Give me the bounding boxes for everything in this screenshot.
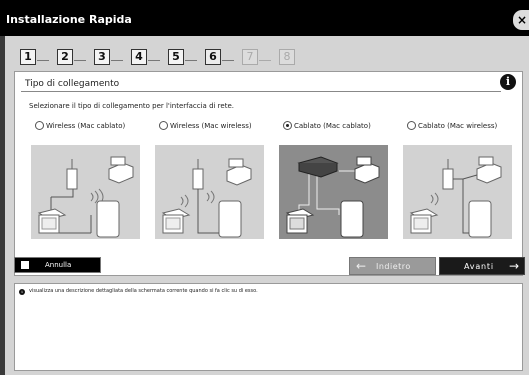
close-icon: × xyxy=(517,13,528,27)
wizard-window: 1 2 3 4 5 6 7 8 Tipo di collegamento i S… xyxy=(5,36,529,375)
cancel-button-label: Annulla xyxy=(45,261,72,269)
option-label: Cablato (Mac wireless) xyxy=(418,122,498,130)
step-connector xyxy=(259,60,271,64)
connection-type-panel: Tipo di collegamento i Selezionare il ti… xyxy=(14,71,523,276)
description-text: visualizza una descrizione dettagliata d… xyxy=(29,288,258,294)
step-connector xyxy=(185,60,197,64)
step-connector xyxy=(148,60,160,64)
network-diagram-icon xyxy=(37,156,134,238)
connection-illustration-wireless-mac-wired[interactable] xyxy=(31,145,140,239)
cancel-button[interactable]: Annulla xyxy=(14,257,101,273)
option-label: Wireless (Mac cablato) xyxy=(46,122,126,130)
back-button[interactable]: ← Indietro xyxy=(349,257,436,275)
step-number: 1 xyxy=(20,49,36,65)
panel-header: Tipo di collegamento xyxy=(21,78,501,92)
step-number: 5 xyxy=(168,49,184,65)
panel-title: Tipo di collegamento xyxy=(25,79,120,89)
step-connector xyxy=(111,60,123,64)
back-button-label: Indietro xyxy=(376,262,411,271)
connection-illustration-wired-mac-wireless[interactable] xyxy=(403,145,512,239)
connection-illustration-wireless-mac-wireless[interactable] xyxy=(155,145,264,239)
checkbox-icon xyxy=(21,261,29,269)
instruction-text: Selezionare il tipo di collegamento per … xyxy=(29,102,234,110)
next-button[interactable]: Avanti → xyxy=(439,257,525,275)
network-diagram-icon xyxy=(409,156,502,238)
radio-button[interactable] xyxy=(35,121,44,130)
step-number: 4 xyxy=(131,49,147,65)
step-number: 6 xyxy=(205,49,221,65)
option-label: Wireless (Mac wireless) xyxy=(170,122,252,130)
step-number: 3 xyxy=(94,49,110,65)
arrow-left-icon: ← xyxy=(356,259,367,273)
radio-button[interactable] xyxy=(407,121,416,130)
connection-illustration-wired-mac-wired[interactable] xyxy=(279,145,388,239)
description-panel: i visualizza una descrizione dettagliata… xyxy=(14,283,523,371)
radio-button-selected[interactable] xyxy=(283,121,292,130)
step-connector xyxy=(37,60,49,64)
option-label: Cablato (Mac cablato) xyxy=(294,122,371,130)
arrow-right-icon: → xyxy=(508,259,519,273)
step-connector xyxy=(74,60,86,64)
window-title: Installazione Rapida xyxy=(6,13,132,26)
step-connector xyxy=(222,60,234,64)
network-diagram-icon xyxy=(161,158,252,238)
close-button[interactable]: × xyxy=(513,10,529,30)
info-icon[interactable]: i xyxy=(500,74,516,90)
step-number: 8 xyxy=(279,49,295,65)
network-diagram-icon xyxy=(285,156,380,238)
step-number: 7 xyxy=(242,49,258,65)
step-number: 2 xyxy=(57,49,73,65)
next-button-label: Avanti xyxy=(464,262,494,271)
radio-button[interactable] xyxy=(159,121,168,130)
title-bar: Installazione Rapida × xyxy=(0,0,529,36)
info-icon: i xyxy=(19,289,25,295)
